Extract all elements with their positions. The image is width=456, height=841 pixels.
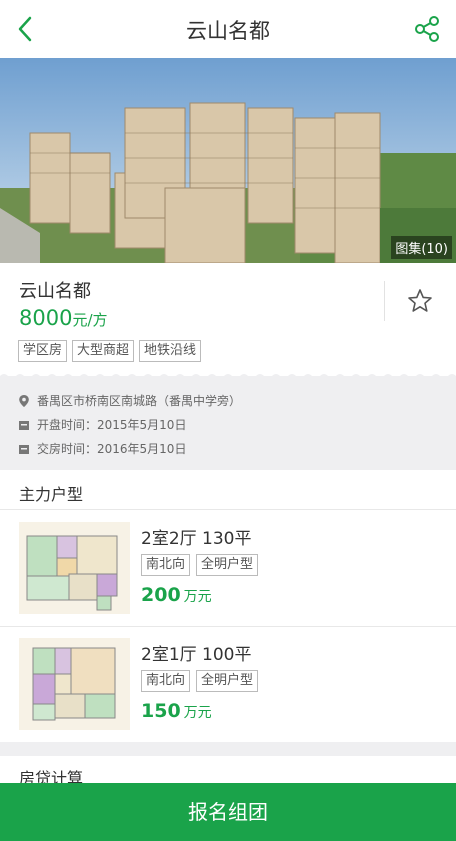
- section-title: 主力户型: [19, 485, 84, 504]
- unit-tags: 南北向 全明户型: [141, 670, 259, 692]
- main-units-header: 主力户型: [0, 470, 456, 510]
- project-info-card: 云山名都 8000元/方 学区房 大型商超 地铁沿线: [0, 263, 456, 380]
- open-date-text: 开盘时间：2015年5月10日: [37, 418, 187, 432]
- address-text: 番禺区市桥南区南城路（番禺中学旁）: [37, 394, 242, 408]
- gallery-count-badge[interactable]: 图集(10): [391, 236, 452, 259]
- project-tag: 地铁沿线: [139, 340, 202, 362]
- hero-illustration: [0, 58, 456, 263]
- unit-title: 2室2厅 130平: [141, 529, 252, 549]
- unit-price-value: 200: [141, 584, 181, 606]
- vertical-divider: [384, 281, 385, 321]
- delivery-date-text: 交房时间：2016年5月10日: [37, 442, 187, 456]
- location-pin-icon: [19, 394, 29, 407]
- unit-list-item[interactable]: 2室2厅 130平 南北向 全明户型 200 万元: [0, 511, 456, 626]
- open-date-row: 开盘时间：2015年5月10日: [18, 416, 186, 433]
- unit-tag: 南北向: [141, 554, 191, 576]
- floor-plan-thumbnail: [19, 522, 130, 614]
- floor-plan-thumbnail: [19, 638, 130, 730]
- join-group-button[interactable]: 报名组团: [0, 783, 456, 841]
- nav-bar: 云山名都: [0, 0, 456, 58]
- address-row: 番禺区市桥南区南城路（番禺中学旁）: [18, 392, 241, 409]
- delivery-date-row: 交房时间：2016年5月10日: [18, 440, 186, 457]
- unit-price-value: 150: [141, 700, 181, 722]
- unit-tag: 全明户型: [196, 554, 259, 576]
- unit-list-item[interactable]: 2室1厅 100平 南北向 全明户型 150 万元: [0, 627, 456, 742]
- project-tags: 学区房 大型商超 地铁沿线: [18, 340, 202, 362]
- calendar-icon: [19, 420, 29, 430]
- unit-tag: 南北向: [141, 670, 191, 692]
- project-tag: 大型商超: [72, 340, 135, 362]
- page-title: 云山名都: [186, 19, 270, 43]
- unit-tag: 全明户型: [196, 670, 259, 692]
- favorite-star-icon[interactable]: [406, 287, 434, 315]
- price-value: 8000: [19, 306, 73, 330]
- hero-image[interactable]: 图集(10): [0, 58, 456, 263]
- project-tag: 学区房: [18, 340, 68, 362]
- unit-price-unit: 万元: [183, 589, 212, 605]
- unit-price: 150 万元: [141, 700, 212, 722]
- unit-price-unit: 万元: [183, 705, 212, 721]
- unit-title: 2室1厅 100平: [141, 645, 252, 665]
- unit-price: 200 万元: [141, 584, 212, 606]
- share-icon[interactable]: [412, 14, 442, 44]
- loan-calculator-header[interactable]: 房贷计算: [0, 756, 456, 788]
- unit-tags: 南北向 全明户型: [141, 554, 259, 576]
- project-details: 番禺区市桥南区南城路（番禺中学旁） 开盘时间：2015年5月10日 交房时间：2…: [0, 376, 456, 470]
- calendar-icon: [19, 444, 29, 454]
- price-unit: 元/方: [72, 311, 108, 329]
- project-name: 云山名都: [19, 281, 91, 302]
- section-gap: [0, 742, 456, 756]
- project-price: 8000元/方: [19, 306, 108, 330]
